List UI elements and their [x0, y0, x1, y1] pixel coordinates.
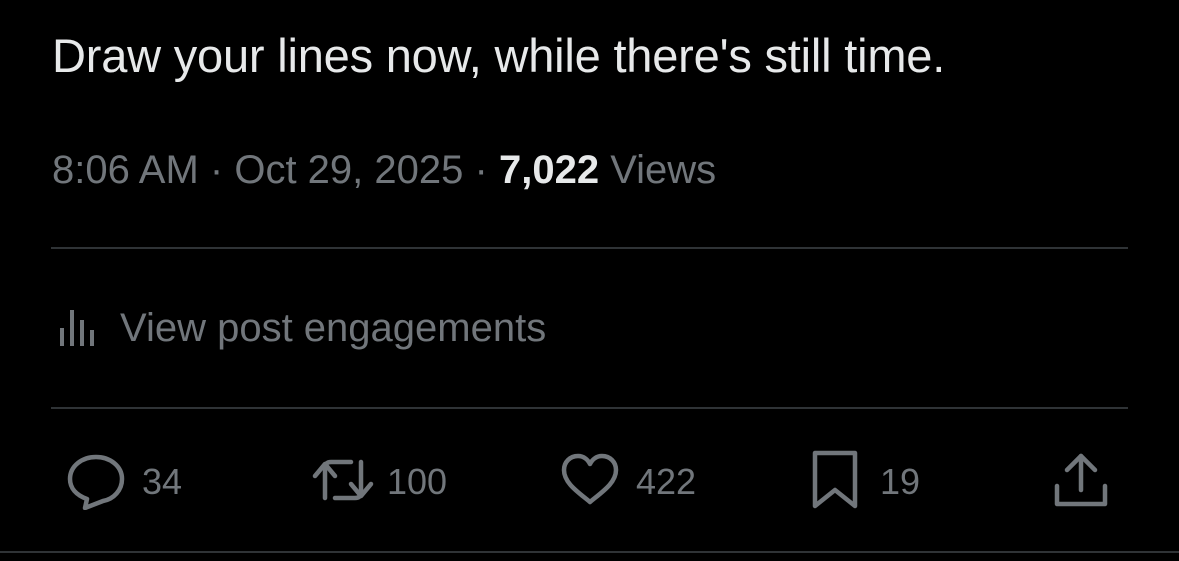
repost-icon [311, 450, 375, 515]
heart-icon [560, 450, 620, 515]
share-button[interactable] [1052, 450, 1110, 514]
bookmark-icon [810, 448, 860, 517]
like-button[interactable]: 422 [560, 450, 696, 514]
separator: · [209, 148, 224, 192]
reply-button[interactable]: 34 [66, 450, 182, 514]
divider [0, 551, 1179, 553]
tweet-time[interactable]: 8:06 AM [52, 148, 199, 192]
bar-chart-icon [58, 308, 98, 348]
bookmark-button[interactable]: 19 [810, 450, 920, 514]
repost-button[interactable]: 100 [311, 450, 447, 514]
tweet-text: Draw your lines now, while there's still… [52, 29, 946, 82]
views-label: Views [610, 148, 717, 192]
like-count: 422 [636, 461, 697, 502]
tweet-metadata: 8:06 AM · Oct 29, 2025 · 7,022 Views [52, 142, 716, 198]
reply-icon [66, 450, 126, 515]
divider [51, 407, 1128, 409]
views-count: 7,022 [498, 148, 600, 192]
repost-count: 100 [387, 461, 448, 502]
tweet-date[interactable]: Oct 29, 2025 [234, 148, 463, 192]
separator: · [474, 148, 488, 192]
bookmark-count: 19 [880, 461, 921, 502]
view-engagements-button[interactable]: View post engagements [58, 300, 546, 356]
share-icon [1052, 450, 1110, 515]
reply-count: 34 [142, 461, 183, 502]
divider [51, 247, 1128, 249]
view-engagements-label: View post engagements [120, 305, 547, 350]
